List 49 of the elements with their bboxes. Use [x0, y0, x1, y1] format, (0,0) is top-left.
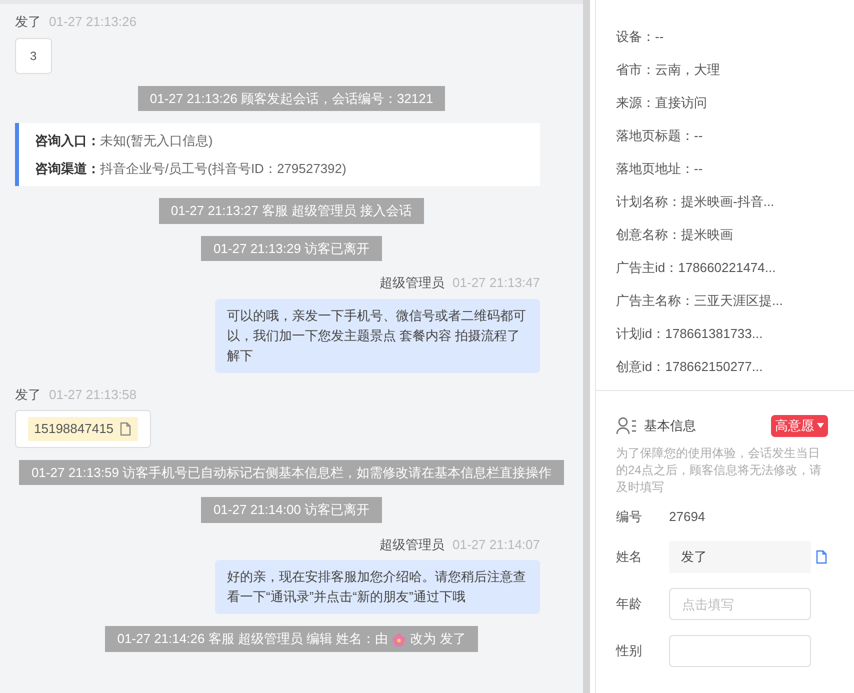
message-bubble: 好的亲，现在安排客服加您介绍哈。请您稍后注意查看一下“通讯录”并点击“新的朋友”通过下哦 [215, 560, 540, 614]
intent-tag-dropdown[interactable]: 高意愿 [771, 415, 828, 436]
section-title: 基本信息 [644, 417, 696, 435]
source-info-row-text: 来源：直接访问 [616, 94, 708, 112]
message-bubble: 可以的哦，亲发一下手机号、微信号或者二维码都可以，我们加一下您发主题景点 套餐内容 拍摄流程了解下 [215, 298, 540, 372]
message-time: 01-27 21:13:58 [49, 386, 136, 404]
source-info-row-text: 落地页标题：-- [616, 127, 704, 145]
system-notice: 01-27 21:14:26 客服 超级管理员 编辑 姓名：由 改为 发了 [105, 626, 478, 652]
message-bubble: 3 [15, 38, 52, 74]
text-field[interactable] [669, 635, 811, 667]
source-info-row-text: 计划id：178661381733... [616, 325, 764, 343]
caret-icon [817, 423, 824, 428]
info-value: 抖音企业号/员工号(抖音号ID：279527392) [100, 160, 346, 178]
field-label: 编号 [616, 508, 643, 526]
info-value: 未知(暂无入口信息) [100, 132, 213, 150]
text-field[interactable]: 点击填写 [669, 588, 811, 620]
source-info-row-text: 落地页地址：-- [616, 160, 704, 178]
scrollbar[interactable] [583, 0, 590, 693]
source-info-row-text: 广告主id：178660221474... [616, 259, 777, 277]
source-info-row-text: 创意id：178662150277... [616, 358, 764, 376]
notice-text: 为了保障您的使用体验，会话发生当日的24点之后，顾客信息将无法修改，请及时填写 [616, 444, 822, 496]
sender-name: 发了 [15, 13, 41, 31]
system-notice: 01-27 21:13:27 客服 超级管理员 接入会话 [158, 198, 424, 224]
user-list-icon [616, 416, 638, 435]
system-notice: 01-27 21:14:00 访客已离开 [201, 497, 382, 522]
name-field[interactable]: 发了 [669, 541, 811, 573]
sender-name: 超级管理员 [380, 536, 445, 554]
system-notice: 01-27 21:13:29 访客已离开 [201, 236, 382, 261]
flower-icon [392, 632, 406, 647]
message-time: 01-27 21:14:07 [452, 536, 540, 554]
source-info-row-text: 计划名称：提米映画-抖音... [616, 193, 776, 211]
info-label: 咨询入口： [35, 132, 100, 150]
source-info-row-text: 省市：云南，大理 [616, 61, 721, 79]
source-info-row-text: 设备：-- [616, 28, 665, 46]
copy-icon[interactable] [118, 422, 132, 436]
info-label: 咨询渠道： [35, 160, 100, 178]
sender-name: 发了 [15, 386, 41, 404]
message-time: 01-27 21:13:26 [49, 13, 136, 31]
source-info-row-text: 创意名称：提米映画 [616, 226, 734, 244]
source-info-row-text: 广告主名称：三亚天涯区提... [616, 292, 784, 310]
system-notice: 01-27 21:13:59 访客手机号已自动标记右侧基本信息栏，如需修改请在基本信息栏直接操作 [19, 460, 564, 485]
sender-name: 超级管理员 [380, 274, 445, 292]
field-label: 姓名 [616, 548, 643, 566]
copy-icon[interactable] [815, 550, 828, 564]
field-label: 年龄 [616, 595, 643, 614]
system-notice: 01-27 21:13:26 顾客发起会话，会话编号：32121 [138, 86, 446, 111]
field-label: 性别 [616, 642, 643, 660]
message-time: 01-27 21:13:47 [452, 274, 540, 292]
field-value: 27694 [669, 508, 706, 526]
